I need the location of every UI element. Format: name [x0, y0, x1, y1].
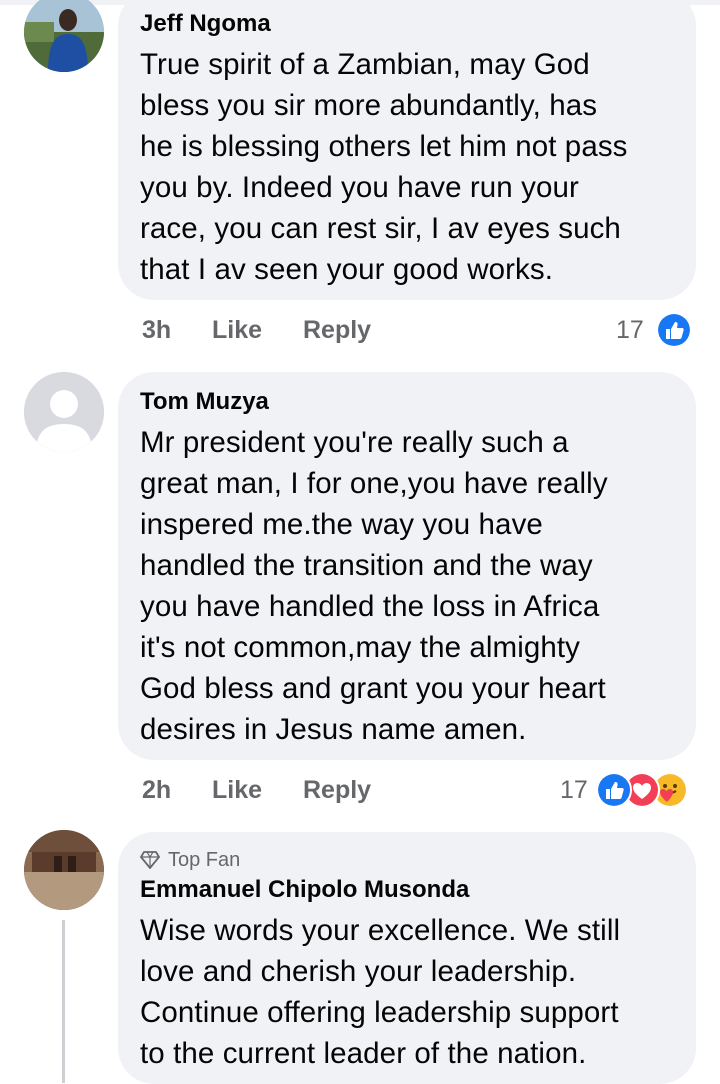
comment-text-line: it's not common,may the almighty [140, 631, 581, 664]
comment-bubble: Top Fan Emmanuel Chipolo Musonda Wise wo… [118, 832, 696, 1084]
comment-text-line: God bless and grant you your heart [140, 672, 606, 705]
comment-text-line: Mr president you're really such a [140, 426, 569, 459]
comment-text-line: to the current leader of the nation. [140, 1037, 587, 1070]
comment-text-line: you by. Indeed you have run your [140, 171, 579, 204]
reaction-summary[interactable]: 17 [616, 310, 696, 350]
avatar[interactable] [24, 0, 104, 72]
avatar[interactable] [24, 372, 104, 452]
comment-author[interactable]: Emmanuel Chipolo Musonda [140, 876, 674, 904]
comment-actions: 3h Like Reply [142, 310, 542, 350]
comment-text-line: desires in Jesus name amen. [140, 713, 527, 746]
comment-text-line: you have handled the loss in Africa [140, 590, 600, 623]
top-fan-label: Top Fan [168, 849, 241, 871]
comment-text-line: True spirit of a Zambian, may God [140, 48, 590, 81]
reaction-count: 17 [616, 316, 644, 344]
diamond-icon [140, 851, 160, 869]
like-button[interactable]: Like [212, 776, 262, 805]
avatar-photo [24, 830, 104, 910]
comment-text-line: handled the transition and the way [140, 549, 593, 582]
like-reaction-icon [656, 312, 692, 348]
like-reaction-icon [596, 772, 632, 808]
avatar-photo [24, 0, 104, 72]
comment-text-line: race, you can rest sir, I av eyes such [140, 212, 621, 245]
comment-text-line: Wise words your excellence. We still [140, 914, 621, 947]
comment-timestamp[interactable]: 3h [142, 316, 171, 345]
like-button[interactable]: Like [212, 316, 262, 345]
comment-author[interactable]: Jeff Ngoma [140, 10, 674, 38]
reply-button[interactable]: Reply [303, 316, 371, 345]
comment-timestamp[interactable]: 2h [142, 776, 171, 805]
reaction-summary[interactable]: 17 [560, 770, 696, 810]
comment-bubble: Tom Muzya Mr president you're really suc… [118, 372, 696, 760]
comment-text-line: inspered me.the way you have [140, 508, 543, 541]
comment-text-line: Continue offering leadership support [140, 996, 619, 1029]
comment-author[interactable]: Tom Muzya [140, 388, 674, 416]
comment-text-line: bless you sir more abundantly, has [140, 89, 598, 122]
top-fan-badge: Top Fan [140, 848, 674, 872]
comment-text-line: love and cherish your leadership. [140, 955, 577, 988]
comment-text-line: he is blessing others let him not pass [140, 130, 628, 163]
reply-thread-line [62, 920, 65, 1083]
comment-text-line: that I av seen your good works. [140, 253, 554, 286]
comment-actions: 2h Like Reply [142, 770, 542, 810]
reaction-count: 17 [560, 776, 588, 804]
comment-bubble: Jeff Ngoma True spirit of a Zambian, may… [118, 0, 696, 300]
avatar[interactable] [24, 830, 104, 910]
default-avatar-icon [24, 372, 104, 452]
comment-text-line: great man, I for one,you have really [140, 467, 608, 500]
reply-button[interactable]: Reply [303, 776, 371, 805]
